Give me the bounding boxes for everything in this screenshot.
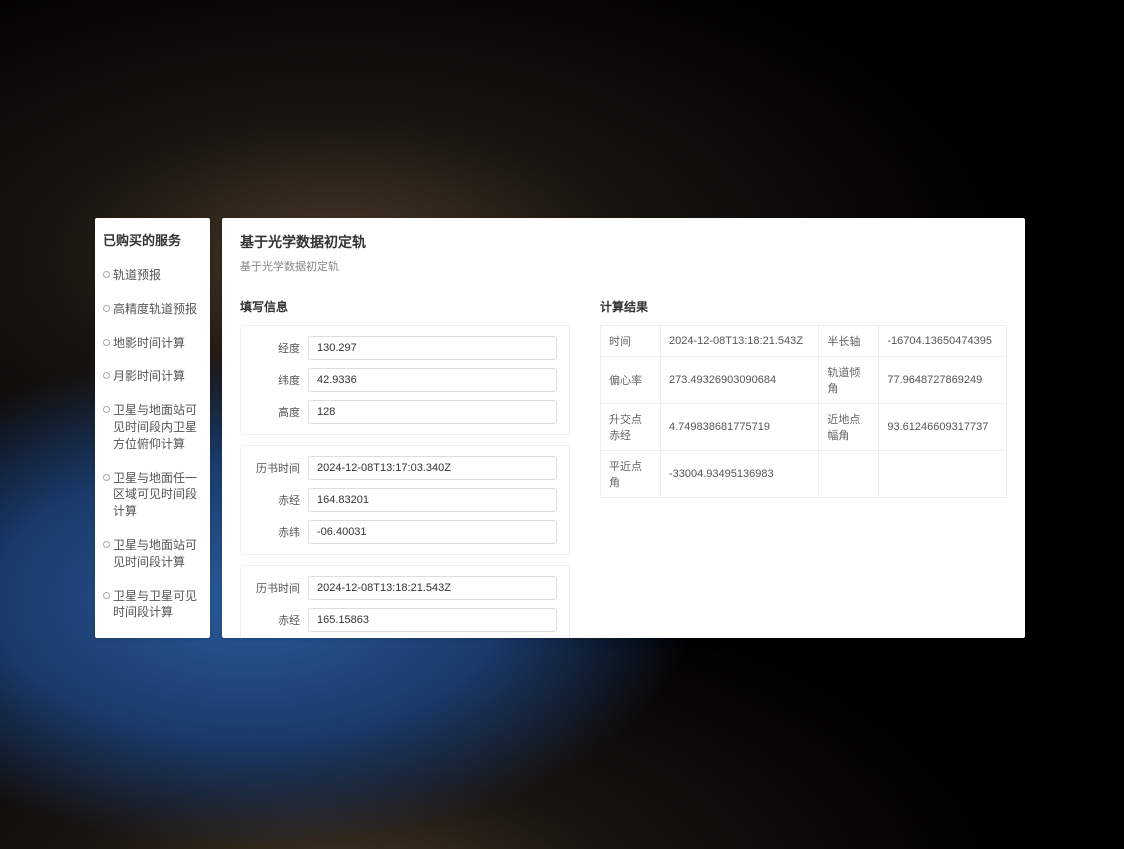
ra-input[interactable] xyxy=(308,608,557,632)
ra-label: 赤经 xyxy=(253,612,308,628)
latitude-label: 纬度 xyxy=(253,372,308,388)
result-value: 77.9648727869249 xyxy=(879,357,1007,404)
altitude-input[interactable] xyxy=(308,400,557,424)
sidebar: 已购买的服务 轨道预报 高精度轨道预报 地影时间计算 月影时间计算 卫星与地面站… xyxy=(95,218,210,638)
form-group-obs2: 历书时间 赤经 赤纬 xyxy=(240,565,570,638)
result-label: 时间 xyxy=(601,326,661,357)
table-row: 升交点赤经 4.749838681775719 近地点幅角 93.6124660… xyxy=(601,404,1007,451)
sidebar-item[interactable]: 卫星与地面站可见时间段计算 xyxy=(103,529,202,580)
table-row: 偏心率 273.49326903090684 轨道倾角 77.964872786… xyxy=(601,357,1007,404)
result-label: 近地点幅角 xyxy=(819,404,879,451)
ra-input[interactable] xyxy=(308,488,557,512)
longitude-input[interactable] xyxy=(308,336,557,360)
result-value: 4.749838681775719 xyxy=(661,404,819,451)
epoch-label: 历书时间 xyxy=(253,460,308,476)
sidebar-item[interactable]: 卫星星下点计算 xyxy=(103,630,202,638)
sidebar-title: 已购买的服务 xyxy=(103,230,202,249)
page-subtitle: 基于光学数据初定轨 xyxy=(240,258,1007,284)
result-value: 273.49326903090684 xyxy=(661,357,819,404)
longitude-label: 经度 xyxy=(253,340,308,356)
sidebar-item[interactable]: 月影时间计算 xyxy=(103,360,202,394)
sidebar-item[interactable]: 高精度轨道预报 xyxy=(103,293,202,327)
result-column: 计算结果 时间 2024-12-08T13:18:21.543Z 半长轴 -16… xyxy=(600,298,1007,638)
dec-label: 赤纬 xyxy=(253,524,308,540)
table-row: 平近点角 -33004.93495136983 xyxy=(601,451,1007,498)
dec-input[interactable] xyxy=(308,520,557,544)
result-label: 轨道倾角 xyxy=(819,357,879,404)
epoch-input[interactable] xyxy=(308,456,557,480)
sidebar-item[interactable]: 地影时间计算 xyxy=(103,327,202,361)
result-value: -33004.93495136983 xyxy=(661,451,819,498)
result-label: 半长轴 xyxy=(819,326,879,357)
form-column: 填写信息 经度 纬度 高度 xyxy=(240,298,570,638)
sidebar-item[interactable]: 卫星与地面任一区域可见时间段计算 xyxy=(103,462,202,529)
sidebar-item[interactable]: 卫星与卫星可见时间段计算 xyxy=(103,580,202,631)
altitude-label: 高度 xyxy=(253,404,308,420)
table-row: 时间 2024-12-08T13:18:21.543Z 半长轴 -16704.1… xyxy=(601,326,1007,357)
result-section-title: 计算结果 xyxy=(600,298,1007,315)
page-title: 基于光学数据初定轨 xyxy=(240,232,1007,252)
form-group-obs1: 历书时间 赤经 赤纬 xyxy=(240,445,570,555)
form-group-position: 经度 纬度 高度 xyxy=(240,325,570,435)
sidebar-item[interactable]: 卫星与地面站可见时间段内卫星方位俯仰计算 xyxy=(103,394,202,461)
result-label: 偏心率 xyxy=(601,357,661,404)
result-label: 升交点赤经 xyxy=(601,404,661,451)
sidebar-item[interactable]: 轨道预报 xyxy=(103,259,202,293)
result-value: 93.61246609317737 xyxy=(879,404,1007,451)
result-label: 平近点角 xyxy=(601,451,661,498)
latitude-input[interactable] xyxy=(308,368,557,392)
epoch-label: 历书时间 xyxy=(253,580,308,596)
main-panel: 基于光学数据初定轨 基于光学数据初定轨 填写信息 经度 纬度 高度 xyxy=(222,218,1025,638)
result-table: 时间 2024-12-08T13:18:21.543Z 半长轴 -16704.1… xyxy=(600,325,1007,498)
ra-label: 赤经 xyxy=(253,492,308,508)
result-value: -16704.13650474395 xyxy=(879,326,1007,357)
epoch-input[interactable] xyxy=(308,576,557,600)
result-value: 2024-12-08T13:18:21.543Z xyxy=(661,326,819,357)
form-section-title: 填写信息 xyxy=(240,298,570,315)
